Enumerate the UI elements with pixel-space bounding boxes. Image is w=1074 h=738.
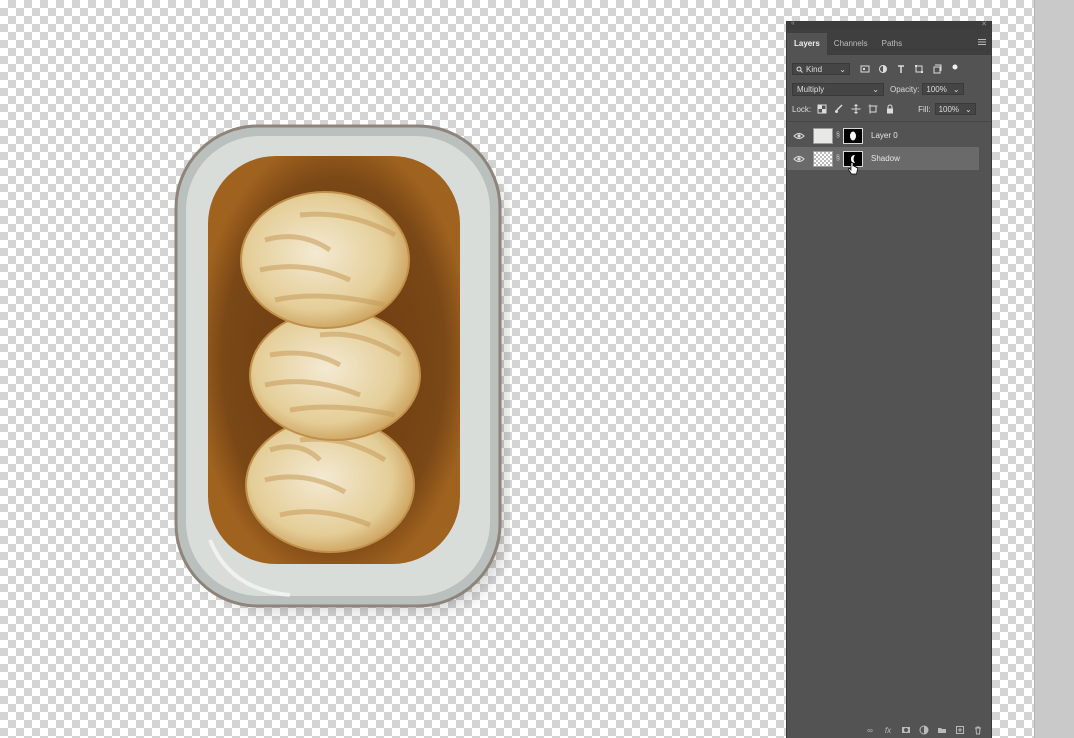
filter-kind-select[interactable]: Kind ⌄ (792, 63, 850, 75)
fill-field[interactable]: 100% ⌄ (934, 103, 976, 115)
chevron-down-icon: ⌄ (872, 84, 879, 94)
visibility-eye-icon[interactable] (793, 154, 805, 164)
search-icon (796, 66, 803, 73)
plate-artwork (174, 124, 506, 610)
panel-bottom-toolbar: ∞ fx (787, 722, 991, 738)
tab-channels[interactable]: Channels (827, 33, 875, 55)
layer-row-layer-0[interactable]: § Layer 0 (787, 124, 991, 147)
fx-icon[interactable]: fx (883, 725, 893, 735)
adjustment-icon[interactable] (919, 725, 929, 735)
layer-thumbnail[interactable] (813, 150, 833, 167)
lock-transparent-icon[interactable] (817, 104, 827, 114)
adjustment-filter-icon[interactable] (878, 64, 888, 74)
opacity-label: Opacity: (890, 84, 920, 94)
lock-all-icon[interactable] (885, 104, 895, 114)
lock-row: Lock: Fill: 100% ⌄ (787, 99, 991, 119)
panel-menu-icon[interactable] (978, 38, 986, 46)
layer-name[interactable]: Layer 0 (871, 131, 898, 140)
panel-tabs: Layers Channels Paths (787, 29, 991, 55)
filter-row: Kind ⌄ (787, 59, 991, 79)
layer-name[interactable]: Shadow (871, 154, 900, 163)
mask-link-icon[interactable]: § (834, 155, 842, 162)
visibility-eye-icon[interactable] (793, 131, 805, 141)
close-icon[interactable]: ✕ (981, 20, 987, 28)
type-filter-icon[interactable] (896, 64, 906, 74)
link-icon[interactable]: ∞ (865, 725, 875, 735)
lock-position-move-icon[interactable] (851, 104, 861, 114)
scrollbar-area[interactable] (1034, 0, 1074, 738)
lock-artboard-icon[interactable] (868, 104, 879, 114)
group-folder-icon[interactable] (937, 725, 947, 735)
lock-icons (817, 104, 895, 114)
filter-icons (860, 64, 960, 74)
layers-panel: « ✕ Layers Channels Paths Kind ⌄ Multipl… (787, 20, 991, 738)
layer-row-shadow[interactable]: § Shadow (787, 147, 979, 170)
filter-kind-label: Kind (806, 64, 823, 74)
blend-mode-select[interactable]: Multiply ⌄ (792, 82, 884, 96)
chevron-down-icon: ⌄ (965, 104, 972, 114)
layer-thumbnail[interactable] (813, 127, 833, 144)
new-layer-icon[interactable] (955, 725, 965, 735)
trash-icon[interactable] (973, 725, 983, 735)
lock-label: Lock: (792, 104, 812, 114)
tab-layers[interactable]: Layers (787, 33, 827, 55)
hand-cursor-icon (848, 162, 858, 175)
divider (787, 121, 991, 122)
mask-link-icon[interactable]: § (834, 132, 842, 139)
pixel-filter-icon[interactable] (860, 64, 870, 74)
fill-value: 100% (938, 104, 960, 114)
smart-object-filter-icon[interactable] (932, 64, 942, 74)
fill-label: Fill: (918, 104, 931, 114)
add-mask-icon[interactable] (901, 725, 911, 735)
blend-mode-value: Multiply (797, 84, 825, 94)
shape-filter-icon[interactable] (914, 64, 924, 74)
chevron-down-icon: ⌄ (952, 84, 960, 94)
filter-toggle-icon[interactable] (950, 64, 960, 74)
tab-paths[interactable]: Paths (875, 33, 909, 55)
blend-row: Multiply ⌄ Opacity: 100% ⌄ (787, 79, 991, 99)
layer-mask-thumbnail[interactable] (843, 127, 863, 144)
collapse-icon[interactable]: « (791, 20, 795, 27)
opacity-value: 100% (926, 84, 947, 94)
mask-shape-icon (850, 131, 856, 140)
panel-title-bar[interactable]: « ✕ (787, 20, 991, 29)
opacity-field[interactable]: 100% ⌄ (922, 83, 964, 95)
lock-paint-brush-icon[interactable] (834, 104, 844, 114)
chevron-down-icon: ⌄ (839, 64, 846, 74)
